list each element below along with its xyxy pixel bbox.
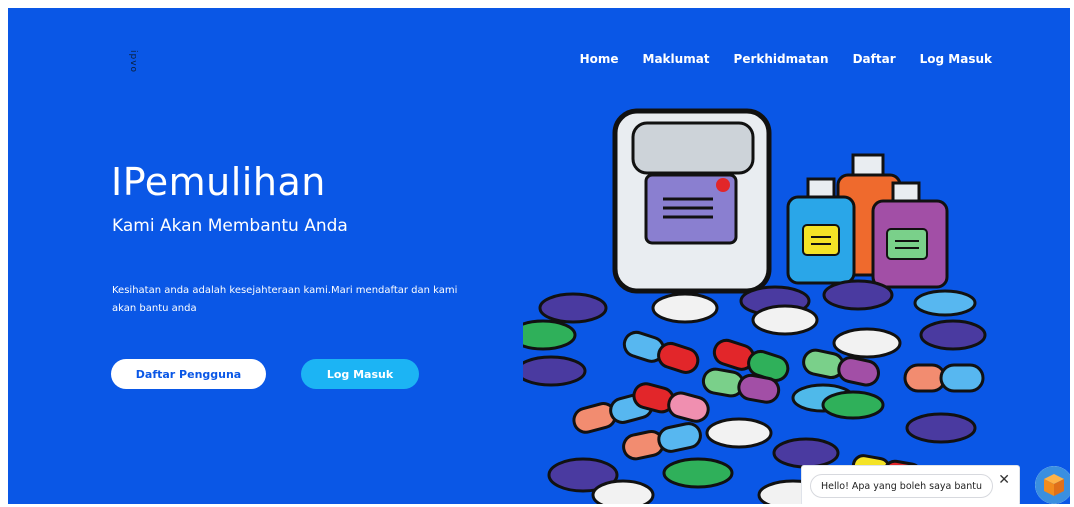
- chat-widget: Hello! Apa yang boleh saya bantu ✕: [801, 465, 1020, 504]
- chat-greeting[interactable]: Hello! Apa yang boleh saya bantu: [810, 474, 994, 498]
- close-icon[interactable]: ✕: [998, 472, 1010, 488]
- nav-home[interactable]: Home: [580, 52, 619, 66]
- nav-daftar[interactable]: Daftar: [853, 52, 896, 66]
- page-frame: ipvo Home Maklumat Perkhidmatan Daftar L…: [8, 8, 1070, 504]
- medicine-illustration: [523, 108, 987, 504]
- hero-title: IPemulihan: [111, 160, 326, 204]
- nav-perkhidmatan[interactable]: Perkhidmatan: [734, 52, 829, 66]
- nav-maklumat[interactable]: Maklumat: [643, 52, 710, 66]
- chat-avatar-button[interactable]: [1035, 466, 1070, 504]
- nav-log-masuk[interactable]: Log Masuk: [920, 52, 992, 66]
- box-icon: [1035, 466, 1070, 504]
- site-logo[interactable]: ipvo: [128, 50, 138, 73]
- register-button[interactable]: Daftar Pengguna: [111, 359, 266, 389]
- hero-description: Kesihatan anda adalah kesejahteraan kami…: [112, 285, 458, 314]
- hero-subtitle: Kami Akan Membantu Anda: [112, 216, 348, 236]
- medicine-jar-icon: [612, 108, 772, 294]
- login-button[interactable]: Log Masuk: [301, 359, 419, 389]
- main-nav: Home Maklumat Perkhidmatan Daftar Log Ma…: [580, 52, 992, 66]
